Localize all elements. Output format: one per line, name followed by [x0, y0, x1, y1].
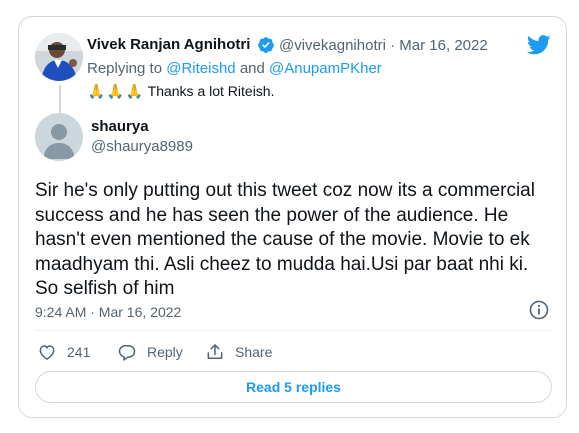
parent-author-handle[interactable]: @vivekagnihotri — [279, 37, 386, 54]
heart-icon — [39, 345, 55, 360]
read-replies-button[interactable]: Read 5 replies — [35, 371, 552, 403]
parent-date[interactable]: Mar 16, 2022 — [399, 37, 487, 54]
replying-prefix: Replying to — [87, 60, 163, 77]
twitter-bird-icon[interactable] — [527, 35, 551, 55]
reply-label: Reply — [147, 344, 183, 360]
folded-hands-emoji: 🙏 — [87, 84, 106, 100]
thread-connector-line — [59, 85, 61, 113]
separator-dot: · — [390, 37, 396, 54]
share-label: Share — [235, 344, 273, 360]
like-count: 241 — [67, 344, 91, 360]
author-avatar-default[interactable] — [35, 113, 83, 161]
mention-link-riteishd[interactable]: @Riteishd — [166, 60, 235, 77]
reply-button[interactable]: Reply — [117, 341, 183, 363]
speech-bubble-icon — [118, 345, 136, 361]
mention-link-anupampkher[interactable]: @AnupamPKher — [269, 60, 382, 77]
embedded-tweet-card: Vivek Ranjan Agnihotri @vivekagnihotri ·… — [18, 16, 567, 418]
share-upload-icon — [207, 344, 223, 359]
parent-author-avatar[interactable] — [35, 33, 83, 81]
parent-tweet-text: 🙏 🙏 🙏 Thanks a lot Riteish. — [87, 83, 275, 100]
action-divider — [35, 330, 552, 331]
tweet-timestamp[interactable]: 9:24 AM · Mar 16, 2022 — [35, 304, 181, 320]
folded-hands-emoji: 🙏 — [106, 84, 125, 100]
parent-handle-and-date: @vivekagnihotri · Mar 16, 2022 — [279, 37, 488, 54]
folded-hands-emoji: 🙏 — [125, 84, 144, 100]
conjunction-text: and — [239, 60, 265, 77]
replying-to-line: Replying to @Riteishd and @AnupamPKher — [87, 60, 382, 77]
verified-badge-icon — [258, 37, 274, 53]
tweet-body-text: Sir he's only putting out this tweet coz… — [35, 180, 535, 299]
info-icon[interactable] — [529, 300, 549, 320]
parent-author-name[interactable]: Vivek Ranjan Agnihotri — [87, 36, 250, 53]
like-button[interactable]: 241 — [37, 341, 90, 363]
tweet-author-name[interactable]: shaurya — [91, 118, 149, 135]
parent-tweet-message: Thanks a lot Riteish. — [147, 83, 275, 99]
tweet-author-handle[interactable]: @shaurya8989 — [91, 138, 193, 155]
share-button[interactable]: Share — [205, 341, 272, 363]
